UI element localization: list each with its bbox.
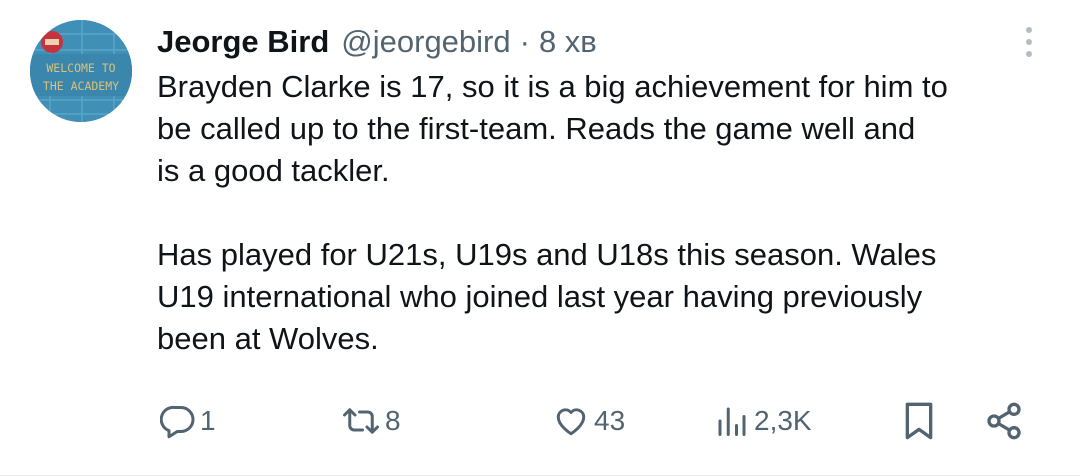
share-button[interactable] xyxy=(984,396,1024,446)
views-count: 2,3K xyxy=(754,405,812,436)
share-icon xyxy=(984,401,1024,441)
retweet-icon xyxy=(341,403,381,439)
bookmark-icon xyxy=(902,401,936,441)
avatar-image: WELCOME TO THE ACADEMY xyxy=(30,20,132,122)
reply-count: 1 xyxy=(200,405,216,436)
tweet-actions-bar: 1 8 43 2,3K xyxy=(0,396,1080,446)
retweet-count: 8 xyxy=(385,405,401,436)
avatar-text-line1: WELCOME TO xyxy=(46,61,115,75)
like-button[interactable]: 43 xyxy=(552,396,625,446)
timestamp[interactable]: 8 хв xyxy=(539,24,597,60)
display-name[interactable]: Jeorge Bird xyxy=(157,24,329,60)
more-options-button[interactable] xyxy=(1014,22,1044,62)
more-vertical-icon xyxy=(1026,27,1032,57)
like-count: 43 xyxy=(594,405,626,436)
user-handle[interactable]: @jeorgebird xyxy=(341,24,510,60)
avatar[interactable]: WELCOME TO THE ACADEMY xyxy=(30,20,132,122)
reply-icon xyxy=(160,403,196,439)
retweet-button[interactable]: 8 xyxy=(341,396,401,446)
bookmark-button[interactable] xyxy=(902,396,936,446)
views-button[interactable]: 2,3K xyxy=(714,396,812,446)
tweet-text: Brayden Clarke is 17, so it is a big ach… xyxy=(157,69,948,356)
avatar-text-line2: THE ACADEMY xyxy=(43,79,119,93)
reply-button[interactable]: 1 xyxy=(160,396,216,446)
heart-icon xyxy=(552,403,590,439)
tweet-card[interactable]: WELCOME TO THE ACADEMY Jeorge Bird @jeor… xyxy=(0,0,1080,476)
separator-dot: · xyxy=(519,24,530,59)
views-icon xyxy=(714,403,750,439)
tweet-header: Jeorge Bird @jeorgebird · 8 хв xyxy=(157,20,597,64)
